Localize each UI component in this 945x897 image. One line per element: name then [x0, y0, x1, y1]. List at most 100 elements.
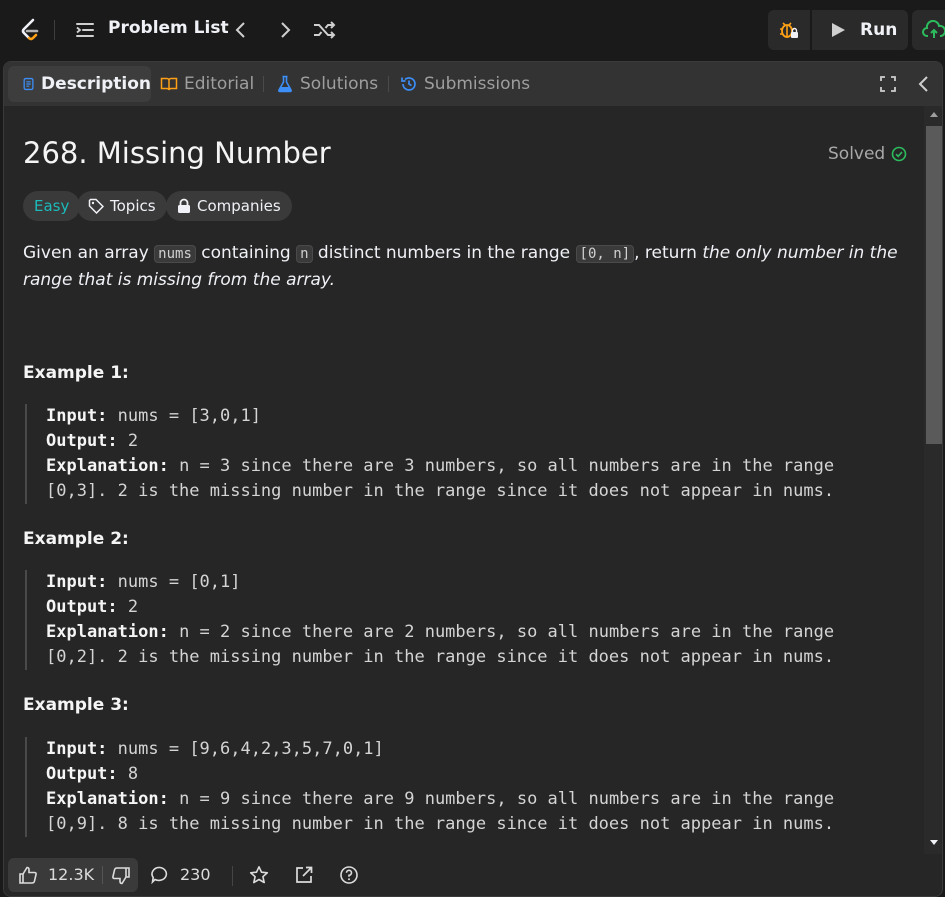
tab-divider: [263, 76, 264, 92]
list-icon[interactable]: [74, 20, 96, 40]
desc-text: , return: [634, 243, 703, 263]
output-value: 8: [127, 764, 139, 784]
thumbs-down-icon[interactable]: [111, 867, 131, 885]
divider: [54, 20, 55, 40]
play-icon: [832, 23, 845, 37]
problem-list-button[interactable]: Problem List: [108, 18, 229, 38]
companies-button[interactable]: Companies: [166, 191, 292, 221]
explanation-text: n = 3 since there are 3 numbers, so all …: [179, 456, 835, 476]
scroll-up-arrow[interactable]: [930, 112, 938, 117]
like-dislike-group: 12.3K: [8, 858, 138, 892]
bug-icon: [780, 22, 798, 38]
leetcode-logo-icon[interactable]: [16, 16, 44, 44]
lock-icon: [178, 198, 190, 213]
explanation-label: Explanation:: [46, 456, 169, 476]
thumbs-up-icon[interactable]: [18, 866, 38, 884]
explanation-label: Explanation:: [46, 622, 169, 642]
solved-status: Solved: [828, 144, 907, 164]
input-label: Input:: [46, 739, 108, 759]
explanation-label: Explanation:: [46, 789, 169, 809]
tab-divider: [388, 76, 389, 92]
tab-description[interactable]: Description: [8, 66, 151, 102]
input-value: nums = [9,6,4,2,3,5,7,0,1]: [117, 739, 384, 759]
example-output-line: Output: 2: [46, 595, 905, 620]
scrollbar[interactable]: [924, 106, 942, 854]
solved-label: Solved: [828, 144, 886, 164]
example-output-line: Output: 2: [46, 429, 905, 454]
problem-title: 268. Missing Number: [23, 136, 331, 170]
explanation-text: n = 9 since there are 9 numbers, so all …: [179, 789, 835, 809]
topics-button[interactable]: Topics: [77, 191, 167, 221]
check-circle-icon: [891, 146, 907, 162]
example-input-line: Input: nums = [3,0,1]: [46, 404, 905, 429]
tab-solutions-label: Solutions: [300, 74, 379, 94]
tab-editorial-label: Editorial: [184, 74, 255, 94]
example-heading: Example 2:: [23, 529, 129, 549]
example-input-line: Input: nums = [9,6,4,2,3,5,7,0,1]: [46, 737, 905, 762]
difficulty-badge: Easy: [23, 191, 81, 221]
chevron-left-icon[interactable]: [916, 74, 932, 94]
example-input-line: Input: nums = [0,1]: [46, 570, 905, 595]
output-label: Output:: [46, 764, 118, 784]
tab-solutions[interactable]: Solutions: [276, 66, 378, 102]
inline-code: nums: [154, 245, 196, 263]
example-explanation-line: Explanation: n = 3 since there are 3 num…: [46, 454, 905, 479]
history-icon: [401, 77, 416, 91]
example-explanation-line: Explanation: n = 2 since there are 2 num…: [46, 620, 905, 645]
run-label: Run: [860, 20, 898, 40]
input-value: nums = [0,1]: [117, 572, 241, 592]
example-block: Input: nums = [3,0,1] Output: 2 Explanat…: [25, 404, 905, 504]
explanation-text: [0,2]. 2 is the missing number in the ra…: [46, 647, 835, 667]
example-heading: Example 1:: [23, 363, 129, 383]
top-bar: Problem List Run: [0, 0, 945, 60]
share-icon[interactable]: [294, 865, 314, 885]
description-content: 268. Missing Number Solved Easy Topics C…: [4, 106, 924, 854]
input-label: Input:: [46, 572, 108, 592]
example-output-line: Output: 8: [46, 762, 905, 787]
fullscreen-icon[interactable]: [880, 76, 896, 92]
output-value: 2: [127, 597, 139, 617]
divider: [232, 866, 233, 886]
submit-button[interactable]: [912, 10, 945, 50]
scrollbar-thumb[interactable]: [926, 126, 942, 444]
example-block: Input: nums = [0,1] Output: 2 Explanatio…: [25, 570, 905, 670]
example-heading: Example 3:: [23, 695, 129, 715]
input-value: nums = [3,0,1]: [117, 406, 261, 426]
scroll-down-arrow[interactable]: [930, 840, 938, 845]
comments-count[interactable]: 230: [180, 865, 211, 884]
tab-submissions-label: Submissions: [424, 74, 531, 94]
example-explanation-line: Explanation: n = 9 since there are 9 num…: [46, 787, 905, 812]
tab-editorial[interactable]: Editorial: [160, 66, 254, 102]
divider: [102, 866, 103, 884]
tab-bar: Description Editorial Solutions Submissi…: [4, 62, 942, 106]
book-icon: [160, 77, 178, 91]
tab-submissions[interactable]: Submissions: [400, 66, 530, 102]
desc-text: containing: [195, 243, 297, 263]
desc-text: Given an array: [23, 243, 155, 263]
output-label: Output:: [46, 431, 118, 451]
example-block: Input: nums = [9,6,4,2,3,5,7,0,1] Output…: [25, 737, 905, 837]
run-button[interactable]: Run: [812, 10, 908, 50]
debug-button[interactable]: [768, 10, 810, 50]
topics-label: Topics: [110, 197, 156, 215]
tab-description-label: Description: [41, 74, 151, 94]
explanation-text: [0,9]. 8 is the missing number in the ra…: [46, 814, 835, 834]
likes-count: 12.3K: [48, 865, 95, 884]
star-icon[interactable]: [249, 865, 269, 885]
output-value: 2: [127, 431, 139, 451]
tag-icon: [88, 198, 104, 214]
shuffle-icon[interactable]: [312, 18, 338, 42]
explanation-text: [0,3]. 2 is the missing number in the ra…: [46, 481, 835, 501]
cloud-upload-icon: [922, 20, 945, 38]
prev-problem-button[interactable]: [230, 18, 252, 42]
next-problem-button[interactable]: [274, 18, 296, 42]
desc-text: distinct numbers in the range: [312, 243, 576, 263]
chevron-right-icon: [281, 22, 291, 38]
help-icon[interactable]: [339, 865, 359, 885]
document-icon: [23, 77, 34, 91]
inline-code: n: [296, 245, 313, 263]
explanation-text: n = 2 since there are 2 numbers, so all …: [179, 622, 835, 642]
companies-label: Companies: [197, 197, 281, 215]
comment-icon[interactable]: [150, 865, 170, 885]
flask-icon: [278, 75, 292, 93]
